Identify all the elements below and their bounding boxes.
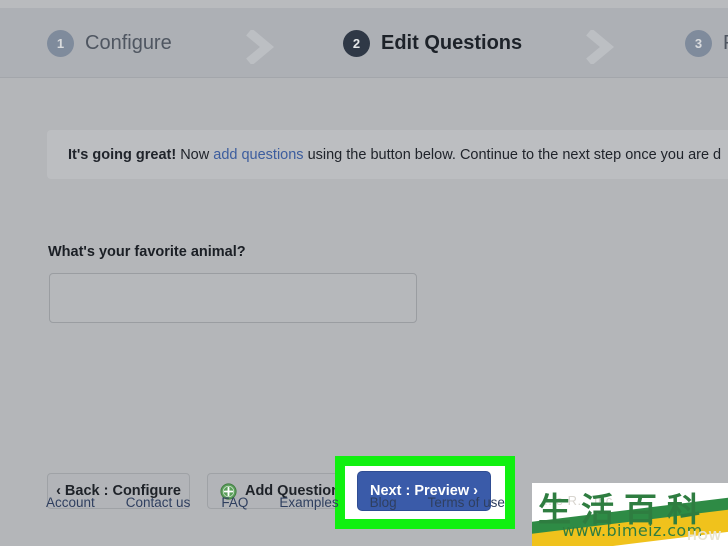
info-banner-before-link: Now xyxy=(176,146,214,163)
add-questions-link[interactable]: add questions xyxy=(213,147,303,163)
step-item-configure[interactable]: 1 Configure xyxy=(47,8,172,78)
top-strip xyxy=(0,0,728,8)
step-label-configure: Configure xyxy=(85,31,172,54)
chevron-right-icon-1 xyxy=(245,30,275,64)
step-number-1: 1 xyxy=(47,29,74,57)
info-banner: It's going great! Now add questions usin… xyxy=(47,130,728,179)
info-banner-lead: It's going great! xyxy=(68,146,177,163)
step-label-preview: P xyxy=(723,32,728,55)
footer-link-terms-of-use[interactable]: Terms of use xyxy=(428,495,505,510)
watermark-overlay: ...le R... Inc 生活百科 www.bimeiz.com HOW xyxy=(532,483,728,546)
step-number-2: 2 xyxy=(343,29,370,57)
question-label: What's your favorite animal? xyxy=(48,244,246,260)
chevron-right-icon-2 xyxy=(585,30,615,64)
step-progress-bar: 1 Configure 2 Edit Questions 3 P xyxy=(0,8,728,78)
footer-link-faq[interactable]: FAQ xyxy=(221,495,248,510)
info-banner-text: It's going great! Now add questions usin… xyxy=(68,147,721,163)
step-item-edit-questions[interactable]: 2 Edit Questions xyxy=(343,8,522,78)
page-root: 1 Configure 2 Edit Questions 3 P It's go… xyxy=(0,0,728,546)
step-item-preview[interactable]: 3 P xyxy=(685,8,728,78)
step-label-edit-questions: Edit Questions xyxy=(381,31,523,54)
info-banner-after-link: using the button below. Continue to the … xyxy=(303,146,722,163)
answer-input[interactable] xyxy=(49,273,417,323)
footer-link-examples[interactable]: Examples xyxy=(279,495,338,510)
watermark-url: www.bimeiz.com xyxy=(562,521,703,540)
footer-link-blog[interactable]: Blog xyxy=(370,495,397,510)
step-number-3: 3 xyxy=(685,29,712,57)
main-content: It's going great! Now add questions usin… xyxy=(0,79,728,546)
footer-link-contact-us[interactable]: Contact us xyxy=(126,495,191,510)
footer-link-account[interactable]: Account xyxy=(46,495,95,510)
watermark-brand: HOW xyxy=(687,528,722,543)
